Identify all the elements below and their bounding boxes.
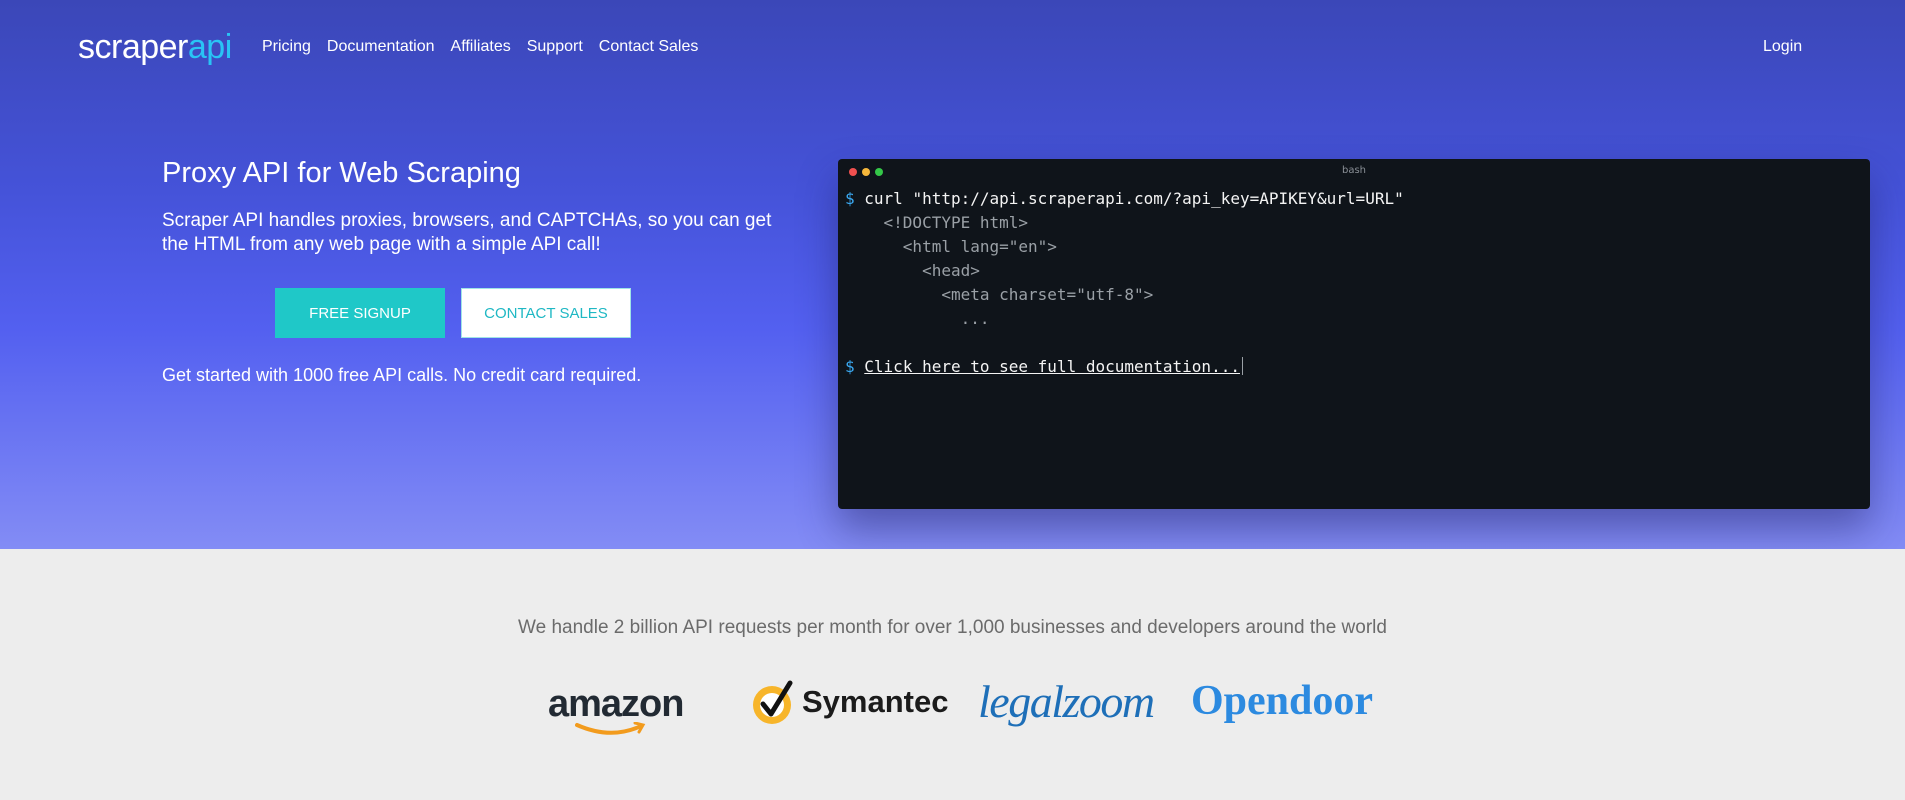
output-line: <head> — [845, 259, 1404, 283]
nav-link-affiliates[interactable]: Affiliates — [451, 38, 511, 56]
documentation-link[interactable]: Click here to see full documentation... — [864, 357, 1240, 376]
customer-logos: amazon Symantec legalzoom Opendoor — [0, 665, 1905, 745]
amazon-logo-text: amazon — [548, 683, 684, 725]
logo-accent-text: api — [187, 28, 232, 66]
prompt-symbol: $ — [845, 189, 855, 208]
terminal-doc-line: $ Click here to see full documentation..… — [845, 355, 1404, 379]
opendoor-logo: Opendoor — [1191, 677, 1373, 725]
terminal-title: bash — [1341, 165, 1367, 176]
free-signup-button[interactable]: FREE SIGNUP — [275, 288, 445, 338]
symantec-check-icon — [753, 680, 793, 724]
output-line: <meta charset="utf-8"> — [845, 283, 1404, 307]
hero-section: scraperapi Pricing Documentation Affilia… — [0, 0, 1905, 549]
terminal-command-line: $ curl "http://api.scraperapi.com/?api_k… — [845, 187, 1404, 211]
hero-note: Get started with 1000 free API calls. No… — [162, 365, 642, 385]
scraperapi-logo[interactable]: scraperapi — [78, 28, 232, 67]
symantec-logo-text: Symantec — [802, 684, 949, 719]
output-line: ... — [845, 307, 1404, 331]
nav-link-support[interactable]: Support — [527, 38, 583, 56]
output-text: <html lang="en"> — [902, 237, 1057, 256]
terminal-body: $ curl "http://api.scraperapi.com/?api_k… — [845, 187, 1404, 379]
output-text: <head> — [922, 261, 980, 280]
logo-text: scraper — [78, 28, 188, 66]
nav-link-documentation[interactable]: Documentation — [327, 38, 435, 56]
opendoor-logo-text: Opendoor — [1191, 678, 1374, 724]
amazon-logo: amazon — [548, 683, 684, 726]
hero-title: Proxy API for Web Scraping — [162, 157, 521, 189]
curl-command: curl "http://api.scraperapi.com/?api_key… — [864, 189, 1404, 208]
contact-sales-button[interactable]: CONTACT SALES — [461, 288, 631, 338]
top-nav: scraperapi Pricing Documentation Affilia… — [0, 0, 1905, 95]
text-cursor — [1241, 357, 1243, 375]
legalzoom-logo-text: legalzoom — [978, 676, 1155, 727]
nav-link-pricing[interactable]: Pricing — [262, 38, 311, 56]
hero-subtitle: Scraper API handles proxies, browsers, a… — [162, 210, 772, 255]
code-terminal: bash $ curl "http://api.scraperapi.com/?… — [838, 159, 1870, 509]
login-link[interactable]: Login — [1763, 38, 1802, 56]
amazon-smile-icon — [575, 722, 646, 735]
output-text: <!DOCTYPE html> — [883, 213, 1029, 232]
output-line: <!DOCTYPE html> — [845, 211, 1404, 235]
output-text: ... — [960, 309, 990, 328]
output-line: <html lang="en"> — [845, 235, 1404, 259]
output-text: <meta charset="utf-8"> — [941, 285, 1154, 304]
nav-link-contact-sales[interactable]: Contact Sales — [599, 38, 699, 56]
symantec-logo: Symantec — [750, 677, 948, 727]
nav-links: Pricing Documentation Affiliates Support… — [262, 38, 698, 56]
stats-text: We handle 2 billion API requests per mon… — [518, 617, 1387, 638]
legalzoom-logo: legalzoom — [978, 675, 1155, 728]
prompt-symbol: $ — [845, 357, 855, 376]
